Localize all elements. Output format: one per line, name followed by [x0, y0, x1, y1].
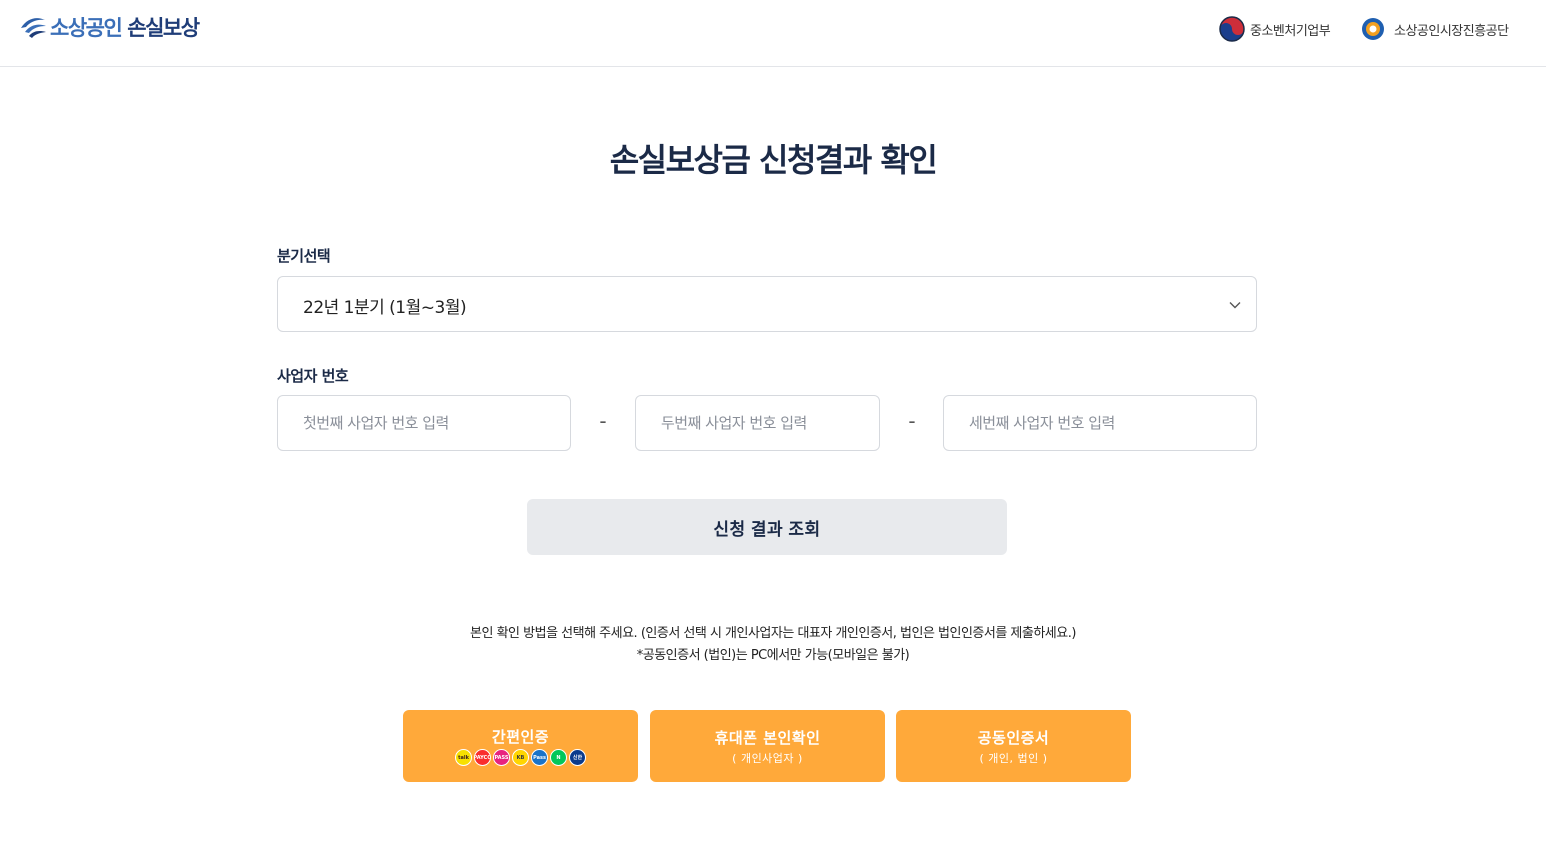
pass-icon: PASS [493, 749, 510, 766]
shinhan-icon: 신한 [569, 749, 586, 766]
bizno-separator: - [908, 409, 916, 433]
quarter-selected-value: 22년 1분기 (1월~3월) [303, 298, 467, 318]
site-header: 소상공인 손실보상 중소벤처기업부 소상공인시장진흥공단 [0, 0, 1546, 67]
certificate-auth-button[interactable]: 공동인증서 ( 개인, 법인 ) [896, 710, 1131, 782]
simple-auth-label: 간편인증 [491, 728, 550, 746]
naver-icon: N [550, 749, 567, 766]
taegeuk-icon [1219, 16, 1245, 42]
simple-auth-button[interactable]: 간편인증 talk PAYCO PASS KB Pass N 신한 [403, 710, 638, 782]
phone-auth-button[interactable]: 휴대폰 본인확인 ( 개인사업자 ) [650, 710, 885, 782]
logo-text: 소상공인 손실보상 [50, 12, 200, 42]
quarter-select[interactable]: 22년 1분기 (1월~3월) [277, 276, 1257, 332]
auth-notice-pc-only: *공동인증서 (법인)는 PC에서만 가능(모바일은 불가) [636, 648, 910, 663]
samsungpass-icon: Pass [531, 749, 548, 766]
ministry-label: 중소벤처기업부 [1250, 23, 1331, 39]
bizno-separator: - [599, 409, 607, 433]
phone-auth-label: 휴대폰 본인확인 [714, 728, 821, 747]
chevron-down-icon [1229, 302, 1241, 309]
logo-text-part2: 손실보상 [127, 16, 200, 40]
agency-logo-icon [1362, 18, 1384, 40]
quarter-label: 분기선택 [277, 247, 331, 265]
page-title: 손실보상금 신청결과 확인 [609, 141, 938, 179]
bizno-label: 사업자 번호 [277, 367, 349, 385]
logo-text-part1: 소상공인 [50, 16, 123, 40]
payco-icon: PAYCO [474, 749, 491, 766]
site-logo[interactable]: 소상공인 손실보상 [19, 10, 200, 44]
agency-label: 소상공인시장진흥공단 [1394, 23, 1509, 39]
bizno-input-third[interactable] [943, 395, 1257, 451]
agency-link[interactable]: 소상공인시장진흥공단 [1357, 14, 1509, 44]
query-result-button[interactable]: 신청 결과 조회 [527, 499, 1007, 555]
certificate-auth-label: 공동인증서 [977, 728, 1050, 747]
bizno-input-second[interactable] [635, 395, 880, 451]
auth-notice: 본인 확인 방법을 선택해 주세요. (인증서 선택 시 개인사업자는 대표자 … [470, 626, 1076, 641]
kakao-icon: talk [455, 749, 472, 766]
logo-wing-icon [21, 18, 46, 38]
ministry-link[interactable]: 중소벤처기업부 [1219, 14, 1331, 44]
certificate-auth-sublabel: ( 개인, 법인 ) [979, 751, 1048, 765]
bizno-input-first[interactable] [277, 395, 571, 451]
simple-auth-provider-icons: talk PAYCO PASS KB Pass N 신한 [455, 749, 586, 766]
phone-auth-sublabel: ( 개인사업자 ) [732, 751, 803, 765]
kb-icon: KB [512, 749, 529, 766]
